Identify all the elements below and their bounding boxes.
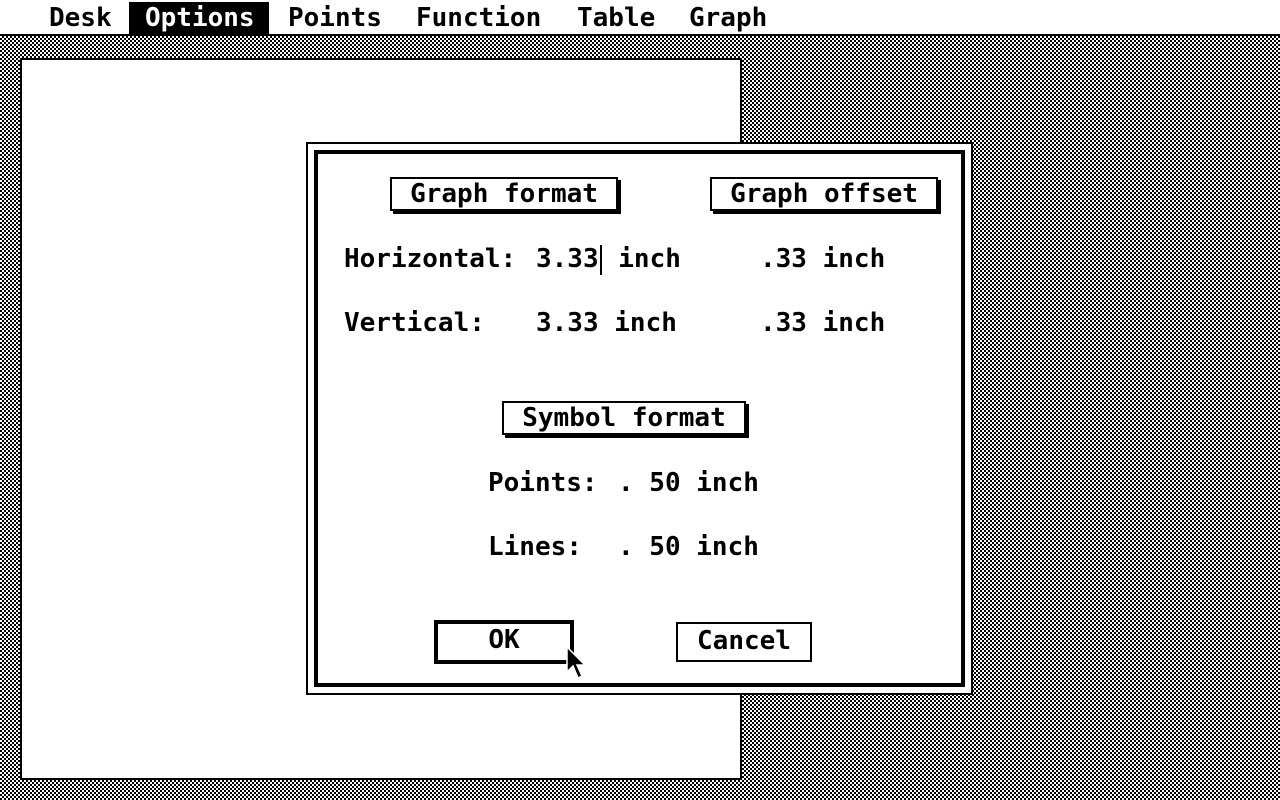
graph-offset-button[interactable]: Graph offset — [710, 177, 938, 211]
vertical-label: Vertical: — [344, 308, 485, 338]
text-cursor-icon — [599, 244, 602, 275]
graph-format-button[interactable]: Graph format — [390, 177, 618, 211]
vertical-offset-field[interactable]: .33 inch — [760, 307, 885, 339]
menu-options[interactable]: Options — [129, 2, 269, 34]
menu-function[interactable]: Function — [400, 2, 557, 34]
cancel-button[interactable]: Cancel — [676, 622, 812, 662]
ok-button[interactable]: OK — [434, 620, 574, 664]
horizontal-size-value: 3.33 — [536, 244, 599, 274]
menu-table[interactable]: Table — [561, 2, 671, 34]
horizontal-size-unit: inch — [618, 244, 681, 274]
arrow-pointer-icon — [566, 646, 587, 680]
symbol-format-button[interactable]: Symbol format — [502, 401, 746, 435]
menu-bar: Desk Options Points Function Table Graph — [0, 0, 1280, 36]
lines-label: Lines: — [488, 532, 582, 562]
vertical-size-field[interactable]: 3.33 inch — [536, 307, 677, 339]
menu-desk[interactable]: Desk — [33, 2, 128, 34]
points-size-field[interactable]: . 50 inch — [618, 467, 759, 499]
horizontal-offset-field[interactable]: .33 inch — [760, 243, 885, 275]
lines-size-field[interactable]: . 50 inch — [618, 531, 759, 563]
horizontal-label: Horizontal: — [344, 244, 517, 274]
horizontal-size-field[interactable]: 3.33 inch — [536, 243, 681, 275]
points-label: Points: — [488, 468, 598, 498]
menu-points[interactable]: Points — [272, 2, 398, 34]
menu-graph[interactable]: Graph — [673, 2, 783, 34]
